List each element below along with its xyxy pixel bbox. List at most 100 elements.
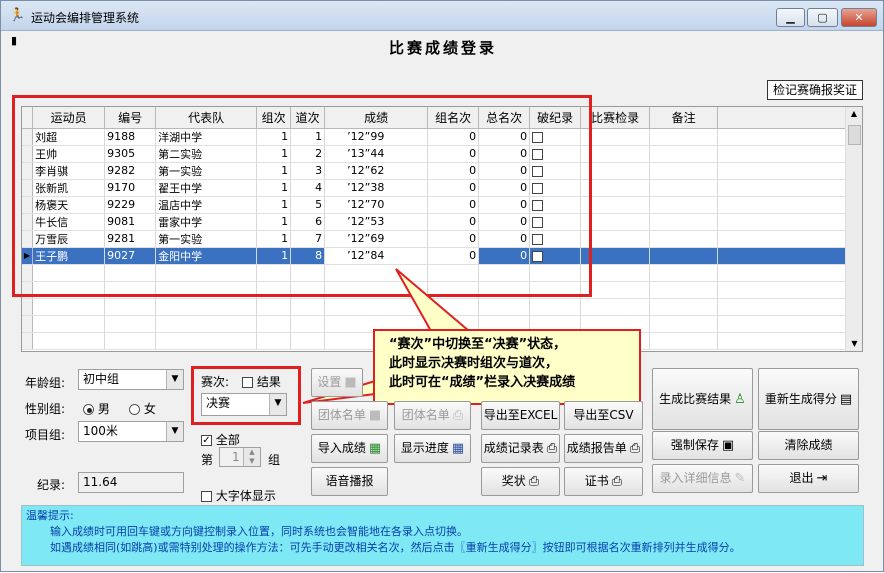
calendar-icon: ▦ [451,441,465,456]
cell-group-rank[interactable] [427,298,480,316]
clear-scores-button[interactable]: 清除成绩 [758,431,859,460]
chevron-down-icon[interactable]: ▼ [166,422,183,441]
cell-lane[interactable] [290,298,326,316]
regenerate-score-button[interactable]: 重新生成得分 ▤ [758,368,859,430]
exit-button[interactable]: 退出 ⇥ [758,464,859,493]
export-csv-button[interactable]: 导出至CSV [564,401,643,430]
show-progress-button[interactable]: 显示进度 ▦ [394,434,471,463]
cell-remark[interactable] [649,145,719,163]
cell-score[interactable] [324,298,429,316]
excel-import-icon: ▦ [368,441,382,456]
radio-icon[interactable] [129,404,140,415]
col-remark[interactable]: 备注 [649,107,719,129]
square-icon: ■ [344,375,357,390]
title-bar: 🏃 运动会编排管理系统 ▁ ▢ ✕ [1,1,883,31]
record-value-field: 11.64 [78,472,184,493]
gen-result-label: 生成比赛结果 [659,392,732,406]
printer-icon: ⎙ [629,441,641,456]
cell-remark[interactable] [649,264,719,282]
cell-remark[interactable] [649,179,719,197]
check-record-button[interactable]: 检记赛确报奖证 [767,80,863,100]
cell-total-rank[interactable] [478,298,531,316]
checkbox-checked-icon[interactable]: ✓ [201,435,212,446]
enter-details-button[interactable]: 录入详细信息 ✎ [652,464,753,493]
round-select[interactable]: 决赛 ▼ [201,393,287,416]
award-button[interactable]: 奖状 ⎙ [481,467,560,496]
cell-remark[interactable] [649,128,719,146]
setup-button[interactable]: 设置 ■ [311,368,363,397]
group-number-spinner[interactable]: 1 ▲ ▼ [219,447,261,467]
cell-team[interactable] [155,315,258,333]
app-runner-icon: 🏃 [9,8,26,23]
round-value: 决赛 [206,396,231,410]
edit-doc-icon: ▤ [839,391,853,407]
cell-group[interactable] [256,332,292,350]
cell-remark[interactable] [649,298,719,316]
big-font-checkbox[interactable]: 大字体显示 [201,487,276,504]
progress-label: 显示进度 [400,441,449,455]
score-record-table-button[interactable]: 成绩记录表 ⎙ [481,434,560,463]
event-group-select[interactable]: 100米 ▼ [78,421,184,442]
all-groups-checkbox[interactable]: ✓ 全部 [201,431,240,448]
setup-label: 设置 [317,375,342,389]
gender-female-radio[interactable]: 女 [129,400,156,417]
cell-remark[interactable] [649,332,719,350]
spinner-arrows-icon[interactable]: ▲ ▼ [243,448,260,466]
grid-vertical-scrollbar[interactable]: ▲ ▼ [845,107,862,351]
checkbox-icon[interactable] [242,377,253,388]
square-icon: ■ [368,408,382,423]
checkbox-icon[interactable] [201,491,212,502]
cell-number[interactable] [104,315,157,333]
cell-team[interactable] [155,332,258,350]
minimize-button[interactable]: ▁ [776,8,805,27]
generate-result-button[interactable]: 生成比赛结果 ♙ [652,368,753,430]
cell-number[interactable] [104,298,157,316]
cell-athlete[interactable] [32,315,106,333]
tips-line-1: 输入成绩时可用回车键或方向键控制录入位置，同时系统也会智能地在各录入点切换。 [50,525,468,538]
gender-male-radio[interactable]: 男 [83,400,110,417]
main-window: 🏃 运动会编排管理系统 ▁ ▢ ✕ ▮ 比赛成绩登录 检记赛确报奖证 运动员 编… [0,0,884,572]
exit-label: 退出 [789,471,814,485]
team-list-button-2[interactable]: 团体名单 ⎙ [394,401,471,430]
window-title: 运动会编排管理系统 [31,11,140,25]
voice-broadcast-button[interactable]: 语音播报 [311,467,388,496]
export-excel-button[interactable]: 导出至EXCEL [481,401,560,430]
close-button[interactable]: ✕ [841,8,877,27]
cell-team[interactable] [155,298,258,316]
cell-record-break[interactable] [529,298,582,316]
all-groups-label: 全部 [215,433,240,447]
radio-selected-icon[interactable] [83,404,94,415]
cell-group[interactable] [256,298,292,316]
cell-remark[interactable] [649,162,719,180]
scroll-down-icon[interactable]: ▼ [846,337,862,351]
cell-athlete[interactable] [32,298,106,316]
round-label: 赛次: [201,375,230,389]
cell-remark[interactable] [649,196,719,214]
cell-group[interactable] [256,315,292,333]
age-group-label: 年龄组: [25,376,66,390]
cell-lane[interactable] [290,332,326,350]
table-row[interactable] [22,298,848,316]
age-group-select[interactable]: 初中组 ▼ [78,369,184,390]
scroll-up-icon[interactable]: ▲ [846,107,862,121]
cell-remark[interactable] [649,247,719,265]
chevron-down-icon[interactable]: ▼ [269,394,286,415]
maximize-button[interactable]: ▢ [807,8,838,27]
record-table-label: 成绩记录表 [483,441,544,455]
cell-remark[interactable] [649,281,719,299]
cell-lane[interactable] [290,315,326,333]
team-list-button-1[interactable]: 团体名单 ■ [311,401,388,430]
cell-remark[interactable] [649,213,719,231]
score-report-button[interactable]: 成绩报告单 ⎙ [564,434,643,463]
force-save-button[interactable]: 强制保存 ▣ [652,431,753,460]
cell-checkin[interactable] [580,298,651,316]
cell-remark[interactable] [649,315,719,333]
cell-remark[interactable] [649,230,719,248]
chevron-down-icon[interactable]: ▼ [166,370,183,389]
cell-athlete[interactable] [32,332,106,350]
scroll-thumb[interactable] [848,125,861,145]
cell-number[interactable] [104,332,157,350]
result-checkbox[interactable]: 结果 [242,373,281,390]
certificate-button[interactable]: 证书 ⎙ [564,467,643,496]
import-scores-button[interactable]: 导入成绩 ▦ [311,434,388,463]
